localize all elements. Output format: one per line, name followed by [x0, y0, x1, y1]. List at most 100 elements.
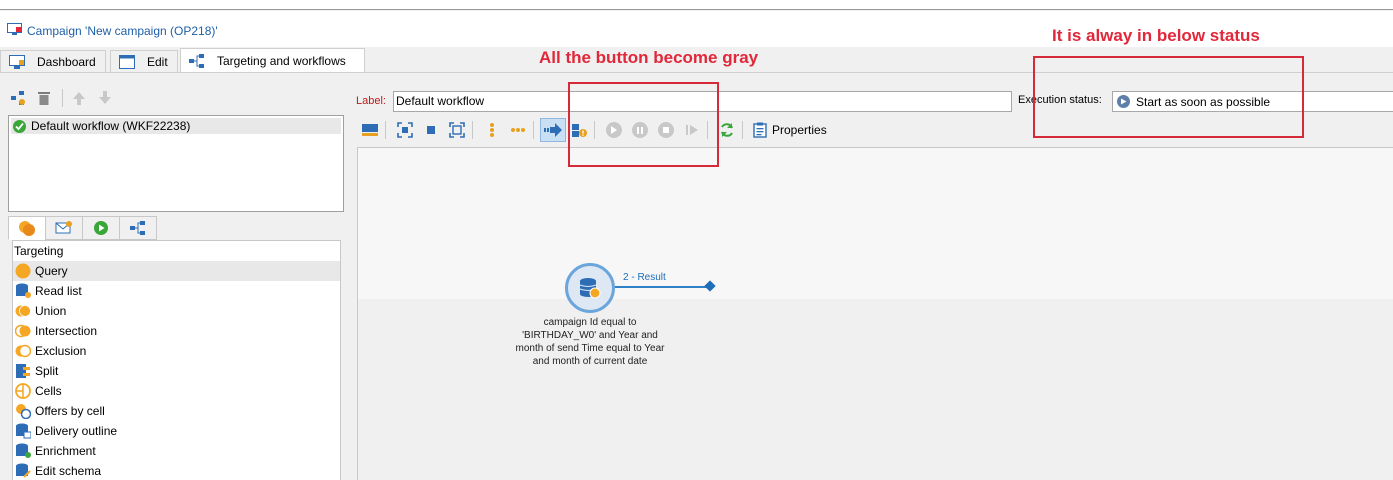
exclusion-icon — [14, 342, 32, 360]
transition-mode-button[interactable] — [540, 118, 566, 142]
new-workflow-icon — [11, 91, 25, 105]
transition-line[interactable] — [615, 286, 707, 288]
annotation-gray-buttons: All the button become gray — [539, 48, 759, 67]
toolbar-separator — [533, 121, 534, 139]
palette-item-label: Offers by cell — [35, 404, 105, 418]
intersection-icon — [14, 322, 32, 340]
trash-icon — [38, 92, 50, 105]
annotation-box-status — [1033, 56, 1304, 138]
offers-by-cell-icon — [14, 402, 32, 420]
layout-panel-icon — [362, 124, 378, 136]
transition-label: 2 - Result — [623, 272, 666, 283]
move-up-button[interactable] — [69, 88, 89, 108]
palette-item-label: Delivery outline — [35, 424, 118, 438]
query-icon — [14, 262, 32, 280]
envelope-icon — [55, 221, 72, 234]
palette-item-label: Exclusion — [35, 344, 87, 358]
tab-dashboard[interactable]: Dashboard — [0, 50, 106, 73]
arrow-up-icon — [73, 92, 85, 105]
palette-item-label: Intersection — [35, 324, 98, 338]
palette-item-intersection[interactable]: Intersection — [13, 321, 340, 341]
palette-item-exclusion[interactable]: Exclusion — [13, 341, 340, 361]
dashboard-icon — [9, 55, 25, 69]
workflow-canvas[interactable]: 2 - Result campaign Id equal to 'BIRTHDA… — [357, 147, 1393, 480]
canvas-top-band — [358, 148, 1393, 299]
workflow-icon — [189, 54, 204, 68]
clipboard-icon — [753, 122, 767, 138]
palette-heading: Targeting — [14, 244, 64, 258]
tab-label: Edit — [147, 55, 168, 69]
delivery-outline-icon — [14, 422, 32, 440]
activity-palette: Targeting Query Read list Union Intersec… — [12, 240, 341, 480]
tab-flow-control[interactable] — [45, 216, 83, 240]
tab-edit[interactable]: Edit — [110, 50, 178, 73]
database-query-icon — [579, 278, 601, 299]
annotation-status-note: It is alway in below status — [1052, 26, 1260, 45]
node-description: campaign Id equal to 'BIRTHDAY_W0' and Y… — [515, 317, 665, 367]
move-down-button[interactable] — [95, 88, 115, 108]
workflow-icon — [130, 221, 145, 235]
play-circle-icon — [94, 221, 108, 235]
palette-item-offers-by-cell[interactable]: Offers by cell — [13, 401, 340, 421]
palette-item-read-list[interactable]: Read list — [13, 281, 340, 301]
tab-targeting-activities[interactable] — [8, 216, 46, 240]
new-workflow-button[interactable] — [8, 88, 28, 108]
zoom-fit-button[interactable] — [392, 118, 418, 142]
campaign-icon — [7, 23, 22, 35]
union-icon — [14, 302, 32, 320]
tab-label: Targeting and workflows — [217, 54, 346, 68]
display-mode-button[interactable] — [357, 118, 383, 142]
actual-size-button[interactable] — [418, 118, 444, 142]
tab-actions[interactable] — [82, 216, 120, 240]
tab-workflow-tools[interactable] — [119, 216, 157, 240]
palette-item-label: Edit schema — [35, 464, 102, 478]
properties-label: Properties — [772, 123, 827, 137]
vertical-dots-icon — [490, 123, 494, 137]
workflow-list-item[interactable]: Default workflow (WKF22238) — [11, 118, 341, 134]
refresh-icon — [721, 123, 733, 137]
targeting-activities-icon — [19, 221, 35, 236]
enrichment-icon — [14, 442, 32, 460]
annotation-box-gray-buttons — [568, 82, 719, 167]
palette-item-split[interactable]: Split — [13, 361, 340, 381]
vertical-layout-button[interactable] — [479, 118, 505, 142]
workflow-list: Default workflow (WKF22238) — [8, 115, 344, 212]
toolbar-separator — [742, 121, 743, 139]
split-icon — [14, 362, 32, 380]
edit-form-icon — [119, 55, 135, 69]
palette-item-edit-schema[interactable]: Edit schema — [13, 461, 340, 480]
activity-tabs — [8, 216, 157, 240]
palette-item-label: Enrichment — [35, 444, 96, 458]
edit-schema-icon — [14, 462, 32, 480]
zoom-frame-icon — [449, 122, 465, 138]
palette-item-label: Split — [35, 364, 59, 378]
palette-item-cells[interactable]: Cells — [13, 381, 340, 401]
toolbar-separator — [472, 121, 473, 139]
window-title: Campaign 'New campaign (OP218)' — [27, 24, 218, 38]
tab-targeting-workflows[interactable]: Targeting and workflows — [180, 48, 365, 73]
palette-item-query[interactable]: Query — [13, 261, 340, 281]
zoom-selection-button[interactable] — [444, 118, 470, 142]
label-caption: Label: — [356, 95, 386, 107]
properties-button[interactable]: Properties — [749, 118, 831, 142]
tab-label: Dashboard — [37, 55, 96, 69]
workflow-list-toolbar — [8, 86, 121, 110]
palette-item-label: Union — [35, 304, 67, 318]
palette-item-label: Read list — [35, 284, 82, 298]
horizontal-dots-icon — [511, 128, 525, 132]
query-activity-node[interactable] — [565, 263, 615, 313]
horizontal-layout-button[interactable] — [505, 118, 531, 142]
arrow-right-icon — [544, 123, 562, 137]
arrow-down-icon — [99, 91, 111, 104]
check-circle-icon — [13, 119, 26, 133]
palette-item-delivery-outline[interactable]: Delivery outline — [13, 421, 340, 441]
square-icon — [427, 126, 435, 134]
toolbar-separator — [385, 121, 386, 139]
toolbar-separator — [62, 89, 63, 107]
palette-item-label: Cells — [35, 384, 62, 398]
palette-item-union[interactable]: Union — [13, 301, 340, 321]
palette-item-enrichment[interactable]: Enrichment — [13, 441, 340, 461]
cells-icon — [14, 382, 32, 400]
fit-icon — [397, 122, 413, 138]
delete-button[interactable] — [34, 88, 54, 108]
